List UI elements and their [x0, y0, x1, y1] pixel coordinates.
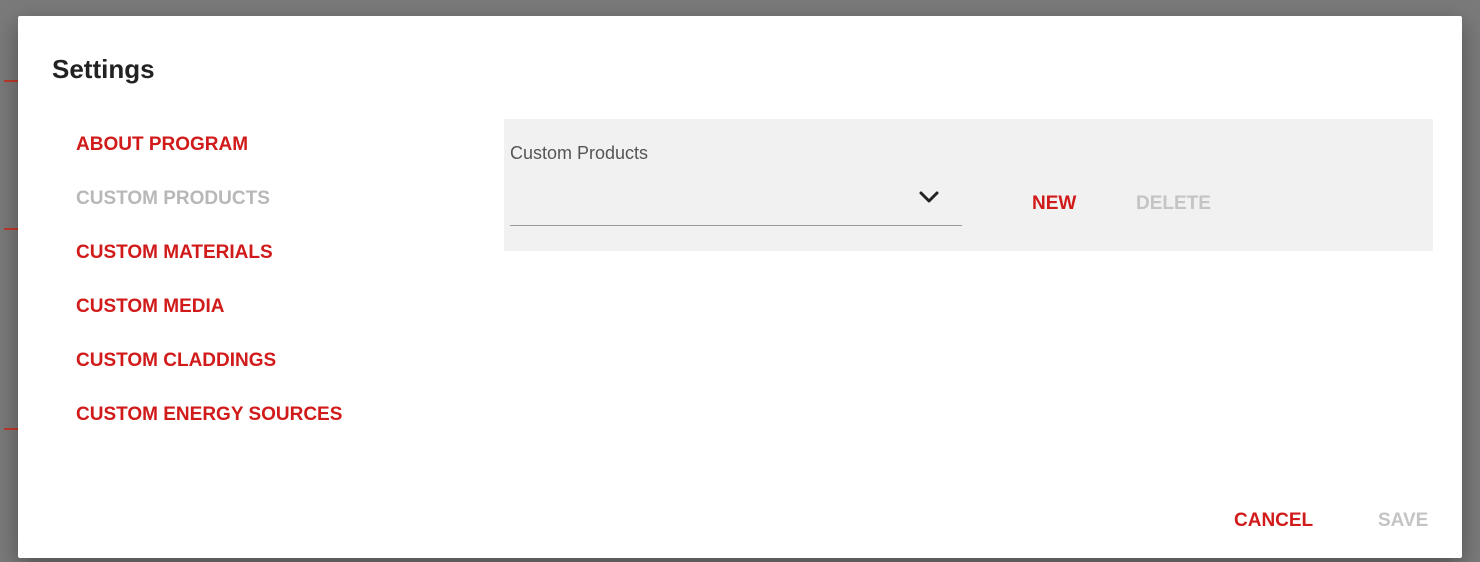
- chevron-down-icon[interactable]: [918, 187, 940, 209]
- custom-products-select[interactable]: [510, 181, 962, 226]
- custom-products-select-label: Custom Products: [510, 143, 649, 163]
- nav-item-custom-materials[interactable]: CUSTOM MATERIALS: [76, 240, 342, 294]
- background-divider: [4, 228, 18, 230]
- dialog-title: Settings: [52, 54, 155, 84]
- nav-item-custom-media[interactable]: CUSTOM MEDIA: [76, 294, 342, 348]
- custom-products-panel: Custom Products NEW DELETE: [504, 119, 1433, 251]
- settings-dialog: Settings ABOUT PROGRAM CUSTOM PRODUCTS C…: [18, 16, 1462, 558]
- delete-button[interactable]: DELETE: [1136, 193, 1211, 215]
- save-button[interactable]: SAVE: [1378, 510, 1428, 532]
- nav-item-about-program[interactable]: ABOUT PROGRAM: [76, 132, 342, 186]
- new-button[interactable]: NEW: [1032, 193, 1076, 215]
- settings-nav: ABOUT PROGRAM CUSTOM PRODUCTS CUSTOM MAT…: [76, 132, 342, 456]
- background-divider: [4, 80, 18, 82]
- background-divider: [4, 428, 18, 430]
- nav-item-custom-products[interactable]: CUSTOM PRODUCTS: [76, 186, 342, 240]
- nav-item-custom-claddings[interactable]: CUSTOM CLADDINGS: [76, 348, 342, 402]
- cancel-button[interactable]: CANCEL: [1234, 510, 1313, 532]
- nav-item-custom-energy-sources[interactable]: CUSTOM ENERGY SOURCES: [76, 402, 342, 456]
